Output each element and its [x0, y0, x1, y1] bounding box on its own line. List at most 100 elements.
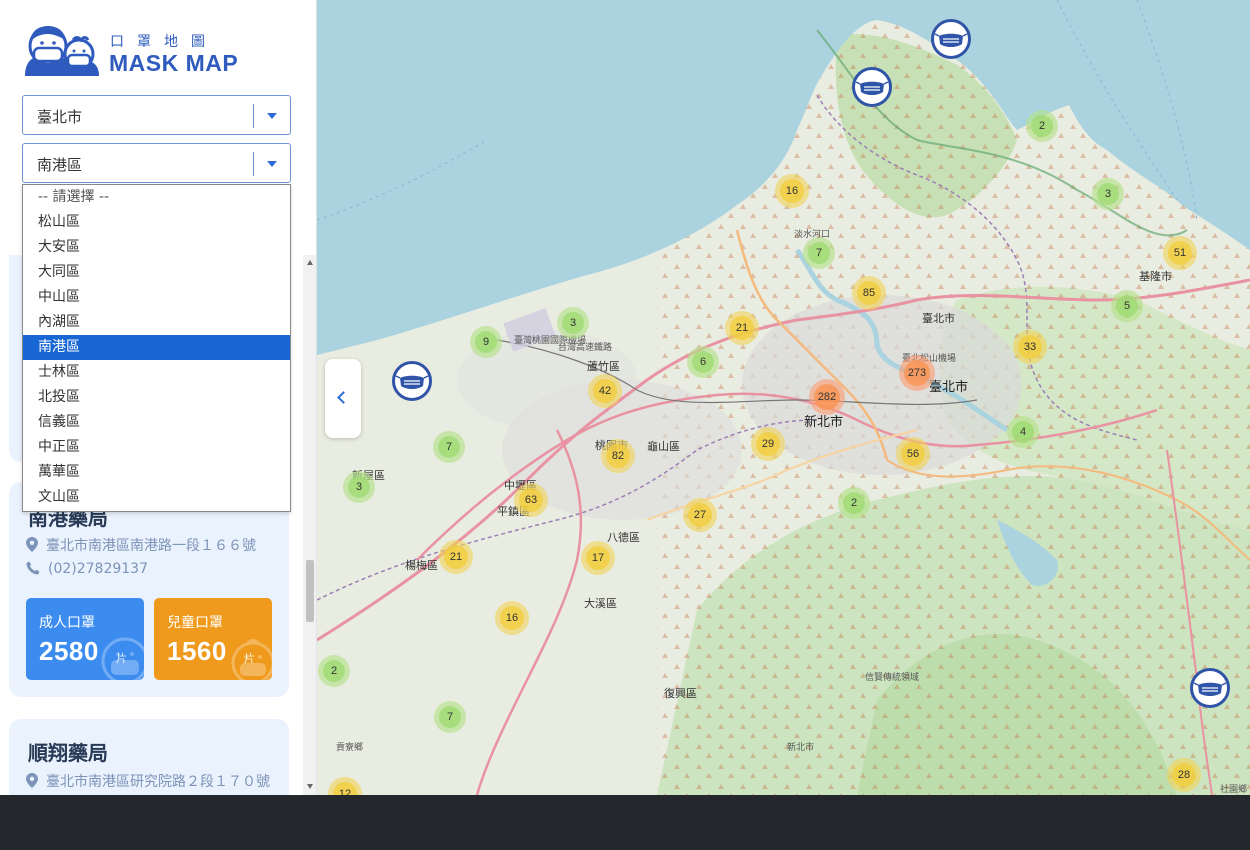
map-cluster-bubble[interactable]: 273 [899, 355, 935, 391]
map-cluster-bubble[interactable]: 21 [725, 311, 759, 345]
map-cluster-marker[interactable]: 3 [343, 471, 375, 503]
map-cluster-marker[interactable]: 82 [601, 439, 635, 473]
map-cluster-bubble[interactable]: 2 [838, 487, 870, 519]
district-option[interactable]: 萬華區 [23, 460, 290, 485]
district-option[interactable]: 南港區 [23, 335, 290, 360]
map-cluster-bubble[interactable]: 4 [1007, 416, 1039, 448]
map-cluster-marker[interactable]: 56 [896, 437, 930, 471]
map-cluster-bubble[interactable]: 21 [439, 540, 473, 574]
map-cluster-marker[interactable]: 21 [725, 311, 759, 345]
pharmacy-mask-marker[interactable] [852, 67, 892, 107]
map-cluster-marker[interactable]: 85 [852, 276, 886, 310]
mask-icon [395, 375, 429, 389]
district-select[interactable]: 南港區 [22, 143, 291, 183]
map-cluster-bubble[interactable]: 56 [896, 437, 930, 471]
map-view[interactable]: 臺北市 臺北市 新北市 基隆市 桃園市 蘆竹區 龜山區 中壢區 平鎮區 八德區 … [317, 0, 1250, 795]
map-cluster-marker[interactable]: 42 [588, 374, 622, 408]
city-select[interactable]: 臺北市 [22, 95, 291, 135]
map-cluster-marker[interactable]: 2 [318, 655, 350, 687]
map-cluster-count: 21 [735, 322, 749, 334]
map-cluster-bubble[interactable]: 9 [470, 326, 502, 358]
district-option[interactable]: 信義區 [23, 410, 290, 435]
map-cluster-bubble[interactable]: 282 [809, 379, 845, 415]
map-cluster-bubble[interactable]: 27 [683, 498, 717, 532]
map-cluster-marker[interactable]: 282 [809, 379, 845, 415]
map-cluster-marker[interactable]: 51 [1163, 236, 1197, 270]
district-option[interactable]: 內湖區 [23, 310, 290, 335]
map-cluster-bubble[interactable]: 33 [1013, 330, 1047, 364]
map-cluster-bubble[interactable]: 17 [581, 541, 615, 575]
map-cluster-marker[interactable]: 16 [495, 601, 529, 635]
pharmacy-mask-marker[interactable] [931, 19, 971, 59]
map-cluster-marker[interactable]: 7 [434, 701, 466, 733]
map-cluster-marker[interactable]: 2 [838, 487, 870, 519]
map-cluster-bubble[interactable]: 42 [588, 374, 622, 408]
map-cluster-marker[interactable]: 33 [1013, 330, 1047, 364]
map-cluster-bubble[interactable]: 2 [318, 655, 350, 687]
district-option[interactable]: 士林區 [23, 360, 290, 385]
map-cluster-bubble[interactable]: 3 [557, 307, 589, 339]
map-cluster-bubble[interactable]: 28 [1167, 758, 1201, 792]
map-cluster-bubble[interactable]: 82 [601, 439, 635, 473]
scroll-up-arrow-icon[interactable] [307, 260, 313, 265]
map-cluster-bubble[interactable]: 6 [687, 346, 719, 378]
collapse-sidebar-button[interactable] [325, 359, 361, 438]
pharmacy-mask-marker[interactable] [1190, 668, 1230, 708]
pharmacy-phone[interactable]: (02)27829137 [26, 561, 148, 577]
map-cluster-bubble[interactable]: 3 [343, 471, 375, 503]
map-cluster-marker[interactable]: 21 [439, 540, 473, 574]
map-cluster-bubble[interactable]: 12 [328, 777, 362, 795]
district-option[interactable]: -- 請選擇 -- [23, 185, 290, 210]
district-option[interactable]: 中正區 [23, 435, 290, 460]
scroll-down-arrow-icon[interactable] [307, 784, 313, 789]
map-label-luzhu: 蘆竹區 [587, 360, 620, 373]
map-cluster-marker[interactable]: 9 [470, 326, 502, 358]
map-cluster-count: 273 [907, 367, 927, 379]
map-cluster-marker[interactable]: 29 [751, 427, 785, 461]
district-option[interactable]: 大安區 [23, 235, 290, 260]
pharmacy-card[interactable]: 南港藥局 臺北市南港區南港路一段１６６號 (02)27829137 成人口罩 2… [9, 482, 289, 697]
map-cluster-bubble[interactable]: 29 [751, 427, 785, 461]
map-cluster-bubble[interactable]: 2 [1026, 110, 1058, 142]
pharmacy-mask-marker[interactable] [392, 361, 432, 401]
map-cluster-marker[interactable]: 4 [1007, 416, 1039, 448]
map-cluster-marker[interactable]: 63 [514, 483, 548, 517]
map-cluster-marker[interactable]: 27 [683, 498, 717, 532]
map-cluster-bubble[interactable]: 85 [852, 276, 886, 310]
map-cluster-marker[interactable]: 7 [433, 431, 465, 463]
map-cluster-bubble[interactable]: 51 [1163, 236, 1197, 270]
district-dropdown-list[interactable]: -- 請選擇 -- 松山區 大安區 大同區 中山區 內湖區 南港區 士林區 北投區 信義區 中正區萬… [22, 184, 291, 512]
map-cluster-bubble[interactable]: 16 [495, 601, 529, 635]
map-cluster-marker[interactable]: 3 [1092, 178, 1124, 210]
map-cluster-marker[interactable]: 12 [328, 777, 362, 795]
map-cluster-marker[interactable]: 16 [775, 174, 809, 208]
map-cluster-bubble[interactable]: 5 [1111, 290, 1143, 322]
list-scrollbar[interactable] [303, 255, 316, 795]
district-option[interactable]: 中山區 [23, 285, 290, 310]
pharmacy-card[interactable]: 順翔藥局 臺北市南港區研究院路２段１７０號 [9, 719, 289, 795]
scroll-thumb[interactable] [306, 560, 314, 622]
map-cluster-marker[interactable]: 3 [557, 307, 589, 339]
chevron-down-icon[interactable] [267, 113, 277, 119]
map-cluster-marker[interactable]: 5 [1111, 290, 1143, 322]
district-option[interactable]: 文山區 [23, 485, 290, 510]
chevron-down-icon[interactable] [267, 161, 277, 167]
district-option[interactable]: 北投區 [23, 385, 290, 410]
map-cluster-marker[interactable]: 7 [803, 237, 835, 269]
district-option[interactable]: 松山區 [23, 210, 290, 235]
map-cluster-marker[interactable]: 6 [687, 346, 719, 378]
mask-icon [1193, 682, 1227, 696]
map-cluster-bubble[interactable]: 63 [514, 483, 548, 517]
map-cluster-marker[interactable]: 2 [1026, 110, 1058, 142]
map-cluster-bubble[interactable]: 7 [434, 701, 466, 733]
map-cluster-bubble[interactable]: 7 [433, 431, 465, 463]
pharmacy-name: 順翔藥局 [28, 741, 108, 765]
map-cluster-bubble[interactable]: 3 [1092, 178, 1124, 210]
district-option[interactable]: 大同區 [23, 260, 290, 285]
map-cluster-bubble[interactable]: 7 [803, 237, 835, 269]
map-cluster-marker[interactable]: 273 [899, 355, 935, 391]
map-cluster-marker[interactable]: 17 [581, 541, 615, 575]
map-cluster-bubble[interactable]: 16 [775, 174, 809, 208]
map-cluster-marker[interactable]: 28 [1167, 758, 1201, 792]
map-cluster-count: 7 [815, 247, 823, 259]
